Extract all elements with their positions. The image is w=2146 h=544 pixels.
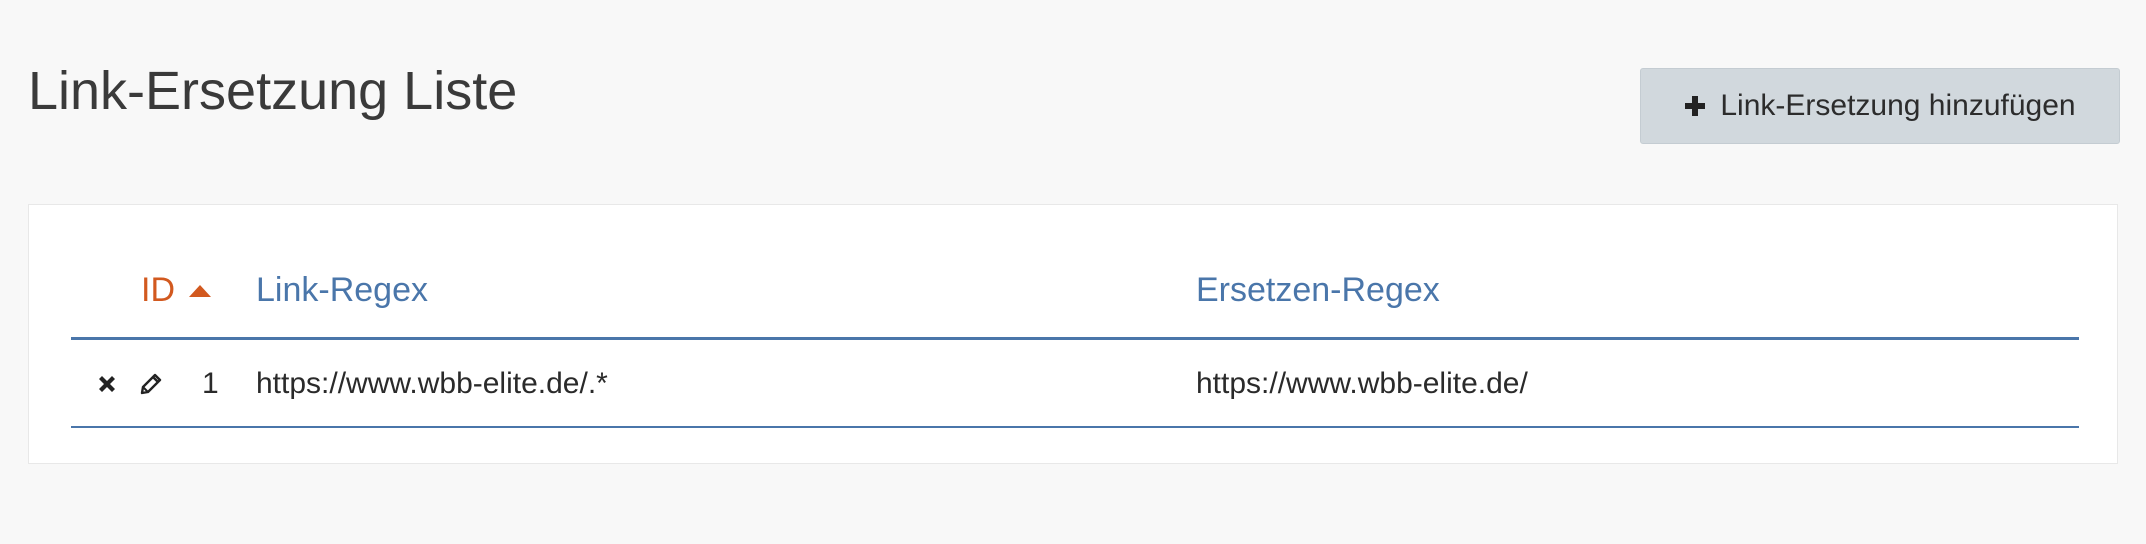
plus-icon <box>1685 96 1706 116</box>
sort-ascending-icon <box>189 284 211 297</box>
link-replacement-table: ID Link-Regex Ersetzen-Regex 1 https://w… <box>71 259 2079 428</box>
column-header-replace-regex[interactable]: Ersetzen-Regex <box>1196 271 1440 310</box>
cell-link-regex: https://www.wbb-elite.de/.* <box>256 367 608 400</box>
page-title: Link-Ersetzung Liste <box>28 61 518 121</box>
column-header-link-regex[interactable]: Link-Regex <box>256 271 428 310</box>
cell-replace-regex: https://www.wbb-elite.de/ <box>1196 367 1528 400</box>
table-row: 1 https://www.wbb-elite.de/.* https://ww… <box>71 340 2079 428</box>
column-header-id[interactable]: ID <box>141 271 211 310</box>
edit-icon[interactable] <box>139 372 163 396</box>
add-button-label: Link-Ersetzung hinzufügen <box>1720 89 2076 122</box>
cell-id: 1 <box>202 367 219 400</box>
table-panel: ID Link-Regex Ersetzen-Regex 1 https://w… <box>28 204 2118 464</box>
table-header: ID Link-Regex Ersetzen-Regex <box>71 259 2079 340</box>
delete-icon[interactable] <box>95 372 119 396</box>
add-link-replacement-button[interactable]: Link-Ersetzung hinzufügen <box>1640 68 2120 144</box>
page: Link-Ersetzung Liste Link-Ersetzung hinz… <box>0 0 2146 544</box>
column-header-id-label: ID <box>141 271 175 309</box>
row-actions <box>95 372 163 396</box>
